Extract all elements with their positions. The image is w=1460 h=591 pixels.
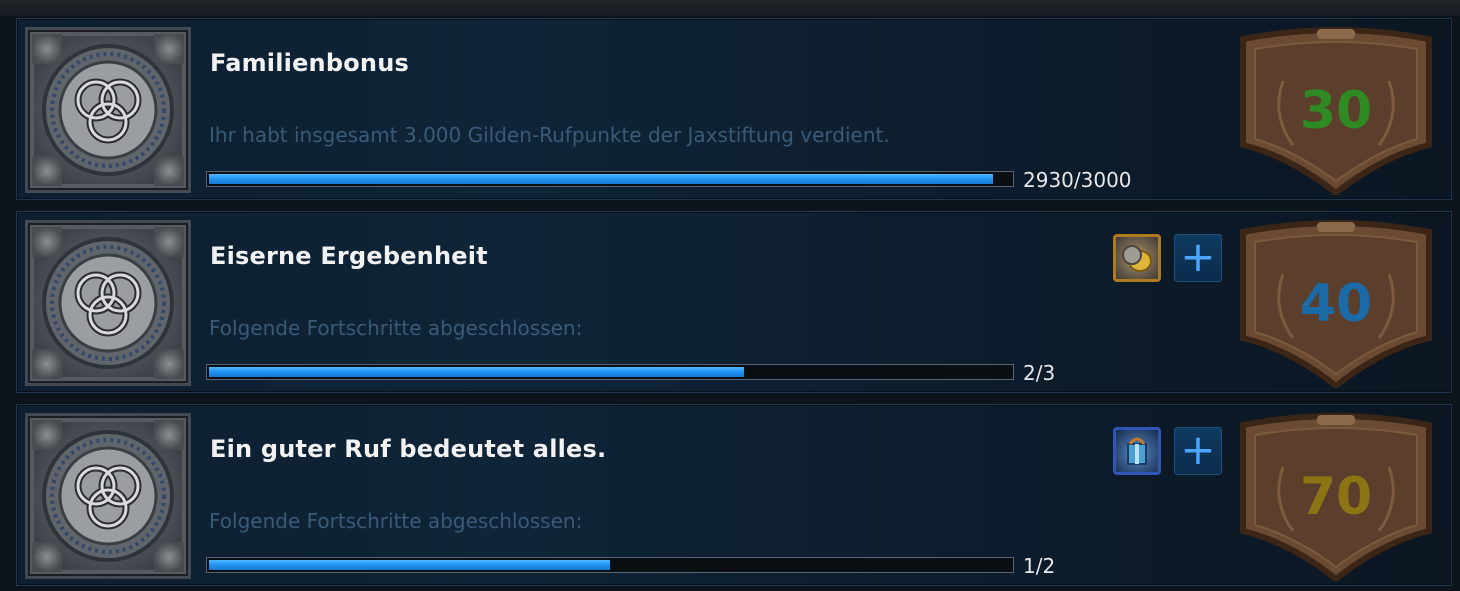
achievement-description: Folgende Fortschritte abgeschlossen: — [209, 316, 583, 340]
achievement-row: Ein guter Ruf bedeutet alles. Folgende F… — [16, 404, 1452, 586]
progress-bar — [206, 364, 1014, 380]
points-shield-icon: 30 — [1231, 25, 1441, 197]
achievement-emblem-icon — [25, 220, 191, 386]
gift-box-reward-icon[interactable] — [1113, 427, 1161, 475]
progress-text: 2/3 — [1023, 361, 1056, 385]
progress-bar-fill — [209, 174, 993, 184]
achievement-title: Eiserne Ergebenheit — [210, 242, 488, 270]
progress-bar-fill — [209, 367, 744, 377]
achievement-title: Ein guter Ruf bedeutet alles. — [210, 435, 607, 463]
achievement-description: Ihr habt insgesamt 3.000 Gilden-Rufpunkt… — [209, 123, 890, 147]
points-value: 30 — [1299, 81, 1373, 141]
add-reward-button[interactable]: + — [1174, 234, 1222, 282]
progress-bar — [206, 171, 1014, 187]
top-border — [0, 0, 1460, 16]
achievement-title: Familienbonus — [210, 49, 409, 77]
points-value: 40 — [1299, 274, 1373, 334]
achievement-row: Eiserne Ergebenheit Folgende Fortschritt… — [16, 211, 1452, 393]
points-value: 70 — [1299, 467, 1373, 527]
add-reward-button[interactable]: + — [1174, 427, 1222, 475]
achievement-description: Folgende Fortschritte abgeschlossen: — [209, 509, 583, 533]
progress-text: 2930/3000 — [1023, 168, 1132, 192]
progress-bar-fill — [209, 560, 610, 570]
progress-bar — [206, 557, 1014, 573]
points-shield-icon: 40 — [1231, 218, 1441, 390]
points-shield-icon: 70 — [1231, 411, 1441, 583]
achievement-emblem-icon — [25, 413, 191, 579]
gold-coin-reward-icon[interactable] — [1113, 234, 1161, 282]
progress-text: 1/2 — [1023, 554, 1056, 578]
achievement-emblem-icon — [25, 27, 191, 193]
achievement-row: Familienbonus Ihr habt insgesamt 3.000 G… — [16, 18, 1452, 200]
